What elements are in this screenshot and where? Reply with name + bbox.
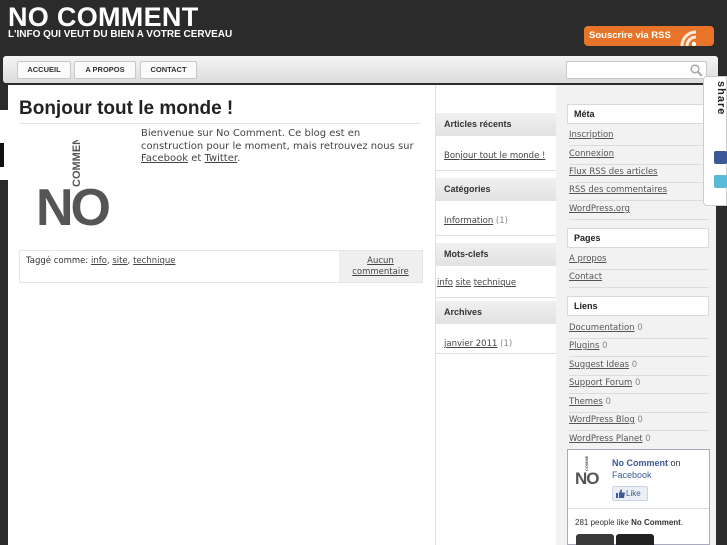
post-tags: Taggé comme: info, site, technique — [26, 256, 176, 266]
recent-post-link[interactable]: Bonjour tout le monde ! — [444, 151, 545, 161]
facebook-icon[interactable] — [714, 151, 727, 164]
post-body-and: et — [191, 153, 202, 164]
right-sidebar: Méta Inscription Connexion Flux RSS des … — [556, 85, 716, 545]
tag-link-technique[interactable]: technique — [133, 256, 175, 266]
meta-link-inscription[interactable]: Inscription — [569, 130, 614, 140]
svg-text:NO: NO — [575, 469, 599, 486]
post-title[interactable]: Bonjour tout le monde ! — [19, 98, 233, 120]
link-suggest-ideas[interactable]: Suggest Ideas — [569, 360, 629, 370]
twitter-icon[interactable] — [714, 175, 727, 188]
middle-sidebar: Articles récents Bonjour tout le monde !… — [435, 85, 557, 545]
main-navigation: ACCUEIL A PROPOS CONTACT — [3, 56, 718, 83]
tags-heading: Mots-clefs — [436, 243, 557, 266]
site-tagline: L'INFO QUI VEUT DU BIEN A VOTRE CERVEAU — [8, 29, 233, 40]
fan-avatar[interactable] — [576, 534, 614, 545]
thumbs-up-icon — [616, 489, 625, 498]
link-wordpress-planet[interactable]: WordPress Planet — [569, 434, 643, 444]
link-themes[interactable]: Themes — [569, 397, 603, 407]
rss-subscribe-label: Souscrire via RSS — [589, 30, 671, 41]
no-comment-logo[interactable]: COMMENT NO — [574, 456, 606, 486]
facebook-fan-count: 281 people like No Comment. — [575, 518, 684, 527]
post-meta: Taggé comme: info, site, technique Aucun… — [19, 250, 423, 283]
archive-link-january-2011[interactable]: janvier 2011 — [444, 339, 497, 349]
comments-link-line2[interactable]: commentaire — [352, 267, 409, 277]
facebook-like-label: Like — [626, 489, 641, 498]
tag-link-info[interactable]: info — [91, 256, 107, 266]
category-count: (1) — [495, 216, 508, 226]
link-plugins[interactable]: Plugins — [569, 341, 599, 351]
share-widget[interactable]: share — [703, 76, 727, 206]
tagcloud-technique[interactable]: technique — [474, 278, 516, 288]
nav-item-a-propos[interactable]: A PROPOS — [74, 61, 136, 79]
comments-link[interactable]: Aucun commentaire — [339, 251, 422, 282]
tag-link-site[interactable]: site — [112, 256, 127, 266]
link-support-forum[interactable]: Support Forum — [569, 378, 632, 388]
tagcloud-site[interactable]: site — [456, 278, 471, 288]
link-wordpress-blog[interactable]: WordPress Blog — [569, 415, 635, 425]
meta-link-wordpress-org[interactable]: WordPress.org — [569, 204, 630, 214]
title-divider — [19, 123, 421, 124]
recent-posts-heading: Articles récents — [436, 113, 557, 136]
meta-link-rss-articles[interactable]: Flux RSS des articles — [569, 167, 658, 177]
search-icon[interactable] — [690, 64, 703, 77]
post-body-text: Bienvenue sur No Comment. Ce blog est en… — [141, 128, 414, 152]
facebook-like-button[interactable]: Like — [612, 486, 648, 501]
svg-text:NO: NO — [36, 179, 110, 228]
link-documentation[interactable]: Documentation — [569, 323, 635, 333]
tags-label: Taggé comme: — [26, 256, 89, 266]
facebook-platform-link[interactable]: Facebook — [612, 470, 652, 480]
twitter-link[interactable]: Twitter — [204, 153, 237, 164]
facebook-link[interactable]: Facebook — [141, 153, 188, 164]
site-header: NO COMMENT L'INFO QUI VEUT DU BIEN A VOT… — [0, 0, 727, 48]
meta-heading: Méta — [567, 104, 709, 124]
tagcloud-info[interactable]: info — [437, 278, 453, 288]
share-label: share — [715, 81, 727, 116]
nav-item-accueil[interactable]: ACCUEIL — [17, 61, 71, 79]
search-input[interactable] — [566, 61, 707, 79]
post-body: Bienvenue sur No Comment. Ce blog est en… — [141, 128, 414, 164]
comments-link-line1[interactable]: Aucun — [367, 256, 394, 266]
archives-heading: Archives — [436, 301, 557, 324]
page-link-a-propos[interactable]: A propos — [569, 254, 606, 264]
left-edge-tab — [0, 110, 8, 180]
rss-subscribe-button[interactable]: Souscrire via RSS — [584, 26, 714, 46]
no-comment-logo: COMMENT NO — [36, 140, 113, 228]
archive-count: (1) — [500, 339, 513, 349]
page-link-contact[interactable]: Contact — [569, 272, 602, 282]
facebook-page-link[interactable]: No Comment — [612, 458, 668, 468]
facebook-page-name: No Comment on Facebook — [612, 458, 681, 480]
fan-avatar[interactable] — [616, 534, 654, 545]
links-heading: Liens — [567, 296, 709, 316]
category-link-information[interactable]: Information — [444, 216, 493, 226]
pages-heading: Pages — [567, 228, 709, 248]
categories-heading: Catégories — [436, 178, 557, 201]
rss-icon — [680, 30, 697, 46]
nav-item-contact[interactable]: CONTACT — [140, 61, 197, 79]
meta-link-rss-comments[interactable]: RSS des commentaires — [569, 185, 667, 195]
tag-cloud: info site technique — [437, 278, 516, 288]
facebook-like-box: COMMENT NO No Comment on Facebook Like 2… — [567, 449, 710, 545]
meta-link-connexion[interactable]: Connexion — [569, 149, 614, 159]
